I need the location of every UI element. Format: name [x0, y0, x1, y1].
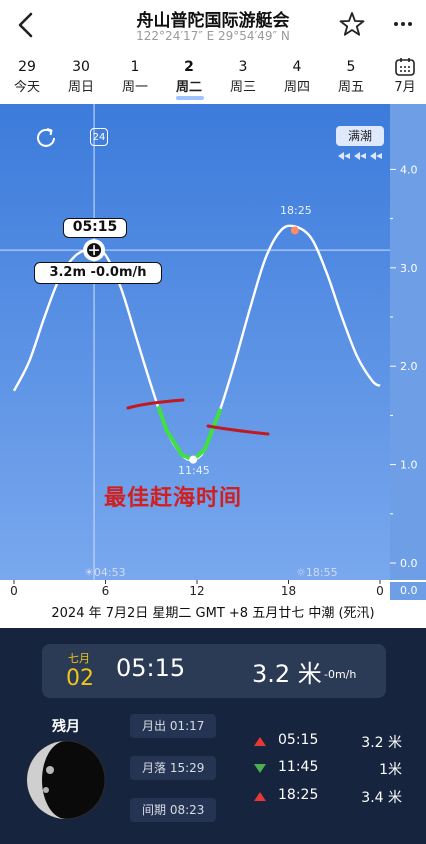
- favorite-button[interactable]: [338, 10, 366, 38]
- date-number: 1: [130, 59, 140, 75]
- dot-icon: [394, 22, 398, 26]
- date-weekday: 周日: [67, 80, 94, 95]
- y-tick-label: 4.0: [400, 163, 418, 176]
- sunrise-icon: ☀: [84, 566, 94, 579]
- dot-icon: [401, 22, 405, 26]
- tide-chart[interactable]: 4.0 3.0 2.0 1.0 0.0 0.0 0 6 12 18 0 24 满潮 05:15 3.…: [0, 104, 426, 600]
- active-date-indicator: [176, 96, 204, 100]
- date-info-line: 2024 年 7月2日 星期二 GMT +8 五月廿七 中潮 (死汛): [0, 600, 426, 628]
- x-axis-band: [0, 580, 426, 600]
- cursor-value-tooltip: 3.2m -0.0m/h: [34, 262, 162, 284]
- card-time: 05:15: [116, 654, 186, 682]
- current-tide-card: 七月 02 05:15 3.2 米 -0m/h: [42, 644, 386, 698]
- date-tab[interactable]: 2 周二: [164, 56, 214, 98]
- calendar-icon: [395, 58, 415, 76]
- sunset-time: 18:55: [305, 566, 338, 579]
- date-weekday: 今天: [13, 80, 40, 95]
- high-tide-icon: [254, 792, 266, 801]
- date-number: 3: [238, 59, 248, 75]
- x-tick-label: 12: [189, 584, 204, 598]
- tide-chart-svg: 4.0 3.0 2.0 1.0 0.0 0.0 0 6 12 18 0: [0, 104, 426, 600]
- card-month: 七月: [68, 652, 90, 665]
- star-icon: [339, 12, 365, 36]
- tide-time: 11:45: [278, 759, 319, 775]
- sunrise-label: ☀04:53: [84, 566, 126, 579]
- date-number: 29: [18, 59, 36, 75]
- date-weekday: 周五: [337, 80, 364, 95]
- date-number: 30: [72, 59, 90, 75]
- cursor-time-tooltip: 05:15: [63, 218, 127, 238]
- moonrise-time: 01:17: [169, 719, 205, 733]
- x-tick-label: 0: [376, 584, 384, 598]
- x-tick-label: 18: [281, 584, 296, 598]
- tide-detail-panel: 七月 02 05:15 3.2 米 -0m/h 残月 月出 01:17 月落 1…: [0, 628, 426, 844]
- date-weekday: 7月: [394, 80, 416, 95]
- moon-phase-icon: [26, 740, 106, 820]
- date-tab[interactable]: 7月: [380, 56, 426, 98]
- fish-icon: [338, 152, 382, 160]
- date-tab[interactable]: 3 周三: [218, 56, 268, 98]
- high-tide-icon: [254, 737, 266, 746]
- card-speed: -0m/h: [324, 668, 357, 681]
- date-weekday: 周二: [175, 80, 202, 95]
- moon-interval-row: 间期 08:23: [130, 798, 216, 822]
- y-axis-bottom-label: 0.0: [400, 584, 418, 597]
- sunrise-time: 04:53: [93, 566, 126, 579]
- moon-interval-label: 间期: [142, 803, 167, 817]
- sunset-icon: ☼: [296, 566, 306, 579]
- tide-height: 1米: [379, 762, 402, 778]
- y-tick-label: 3.0: [400, 262, 418, 275]
- date-number: [380, 56, 426, 78]
- tide-time: 05:15: [278, 732, 319, 748]
- date-weekday: 周四: [283, 80, 310, 95]
- y-tick-label: 0.0: [400, 557, 418, 570]
- high-tide-marker: [290, 226, 299, 235]
- tide-row: 11:45 1米: [254, 759, 404, 779]
- tide-row: 18:25 3.4 米: [254, 787, 404, 807]
- date-number: 5: [346, 59, 356, 75]
- y-tick-label: 2.0: [400, 360, 418, 373]
- refresh-icon: [37, 128, 55, 147]
- dot-icon: [408, 22, 412, 26]
- date-tab[interactable]: 1 周一: [110, 56, 160, 98]
- more-options-button[interactable]: [388, 10, 418, 38]
- moonrise-row: 月出 01:17: [130, 714, 216, 738]
- tide-time: 18:25: [278, 787, 319, 803]
- date-tab[interactable]: 4 周四: [272, 56, 322, 98]
- hours-toggle-button[interactable]: 24: [86, 124, 114, 152]
- low-tide-icon: [254, 764, 266, 773]
- sunset-label: ☼18:55: [296, 566, 338, 579]
- date-tab[interactable]: 29 今天: [2, 56, 52, 98]
- card-day: 02: [66, 666, 94, 691]
- low-tide-label: 11:45: [178, 464, 210, 477]
- refresh-button[interactable]: [32, 124, 60, 152]
- moon-phase-label: 残月: [52, 719, 80, 735]
- high-tide-label: 18:25: [280, 204, 312, 217]
- date-number: 4: [292, 59, 302, 75]
- date-weekday: 周一: [121, 80, 148, 95]
- tide-row: 05:15 3.2 米: [254, 732, 404, 752]
- x-tick-label: 6: [102, 584, 110, 598]
- hours-toggle-label: 24: [90, 128, 108, 146]
- x-tick-label: 0: [10, 584, 18, 598]
- date-number: 2: [184, 59, 194, 75]
- tide-height: 3.2 米: [361, 735, 402, 751]
- card-height: 3.2 米: [252, 660, 322, 688]
- tide-state-badge: 满潮: [336, 126, 384, 146]
- moonset-row: 月落 15:29: [130, 756, 216, 780]
- date-tab[interactable]: 5 周五: [326, 56, 376, 98]
- app-header: 舟山普陀国际游艇会 122°24′17″ E 29°54′49″ N: [0, 0, 426, 50]
- moon-interval-time: 08:23: [169, 803, 205, 817]
- moonset-time: 15:29: [169, 761, 205, 775]
- moonset-label: 月落: [142, 761, 167, 775]
- date-selector: 29 今天 30 周日 1 周一 2 周二 3 周三 4 周四 5 周五 7月: [0, 52, 426, 104]
- best-time-label: 最佳赶海时间: [104, 486, 243, 511]
- low-tide-marker: [189, 455, 198, 464]
- moonrise-label: 月出: [142, 719, 167, 733]
- tide-height: 3.4 米: [361, 790, 402, 806]
- y-tick-label: 1.0: [400, 459, 418, 472]
- date-tab[interactable]: 30 周日: [56, 56, 106, 98]
- date-weekday: 周三: [229, 80, 256, 95]
